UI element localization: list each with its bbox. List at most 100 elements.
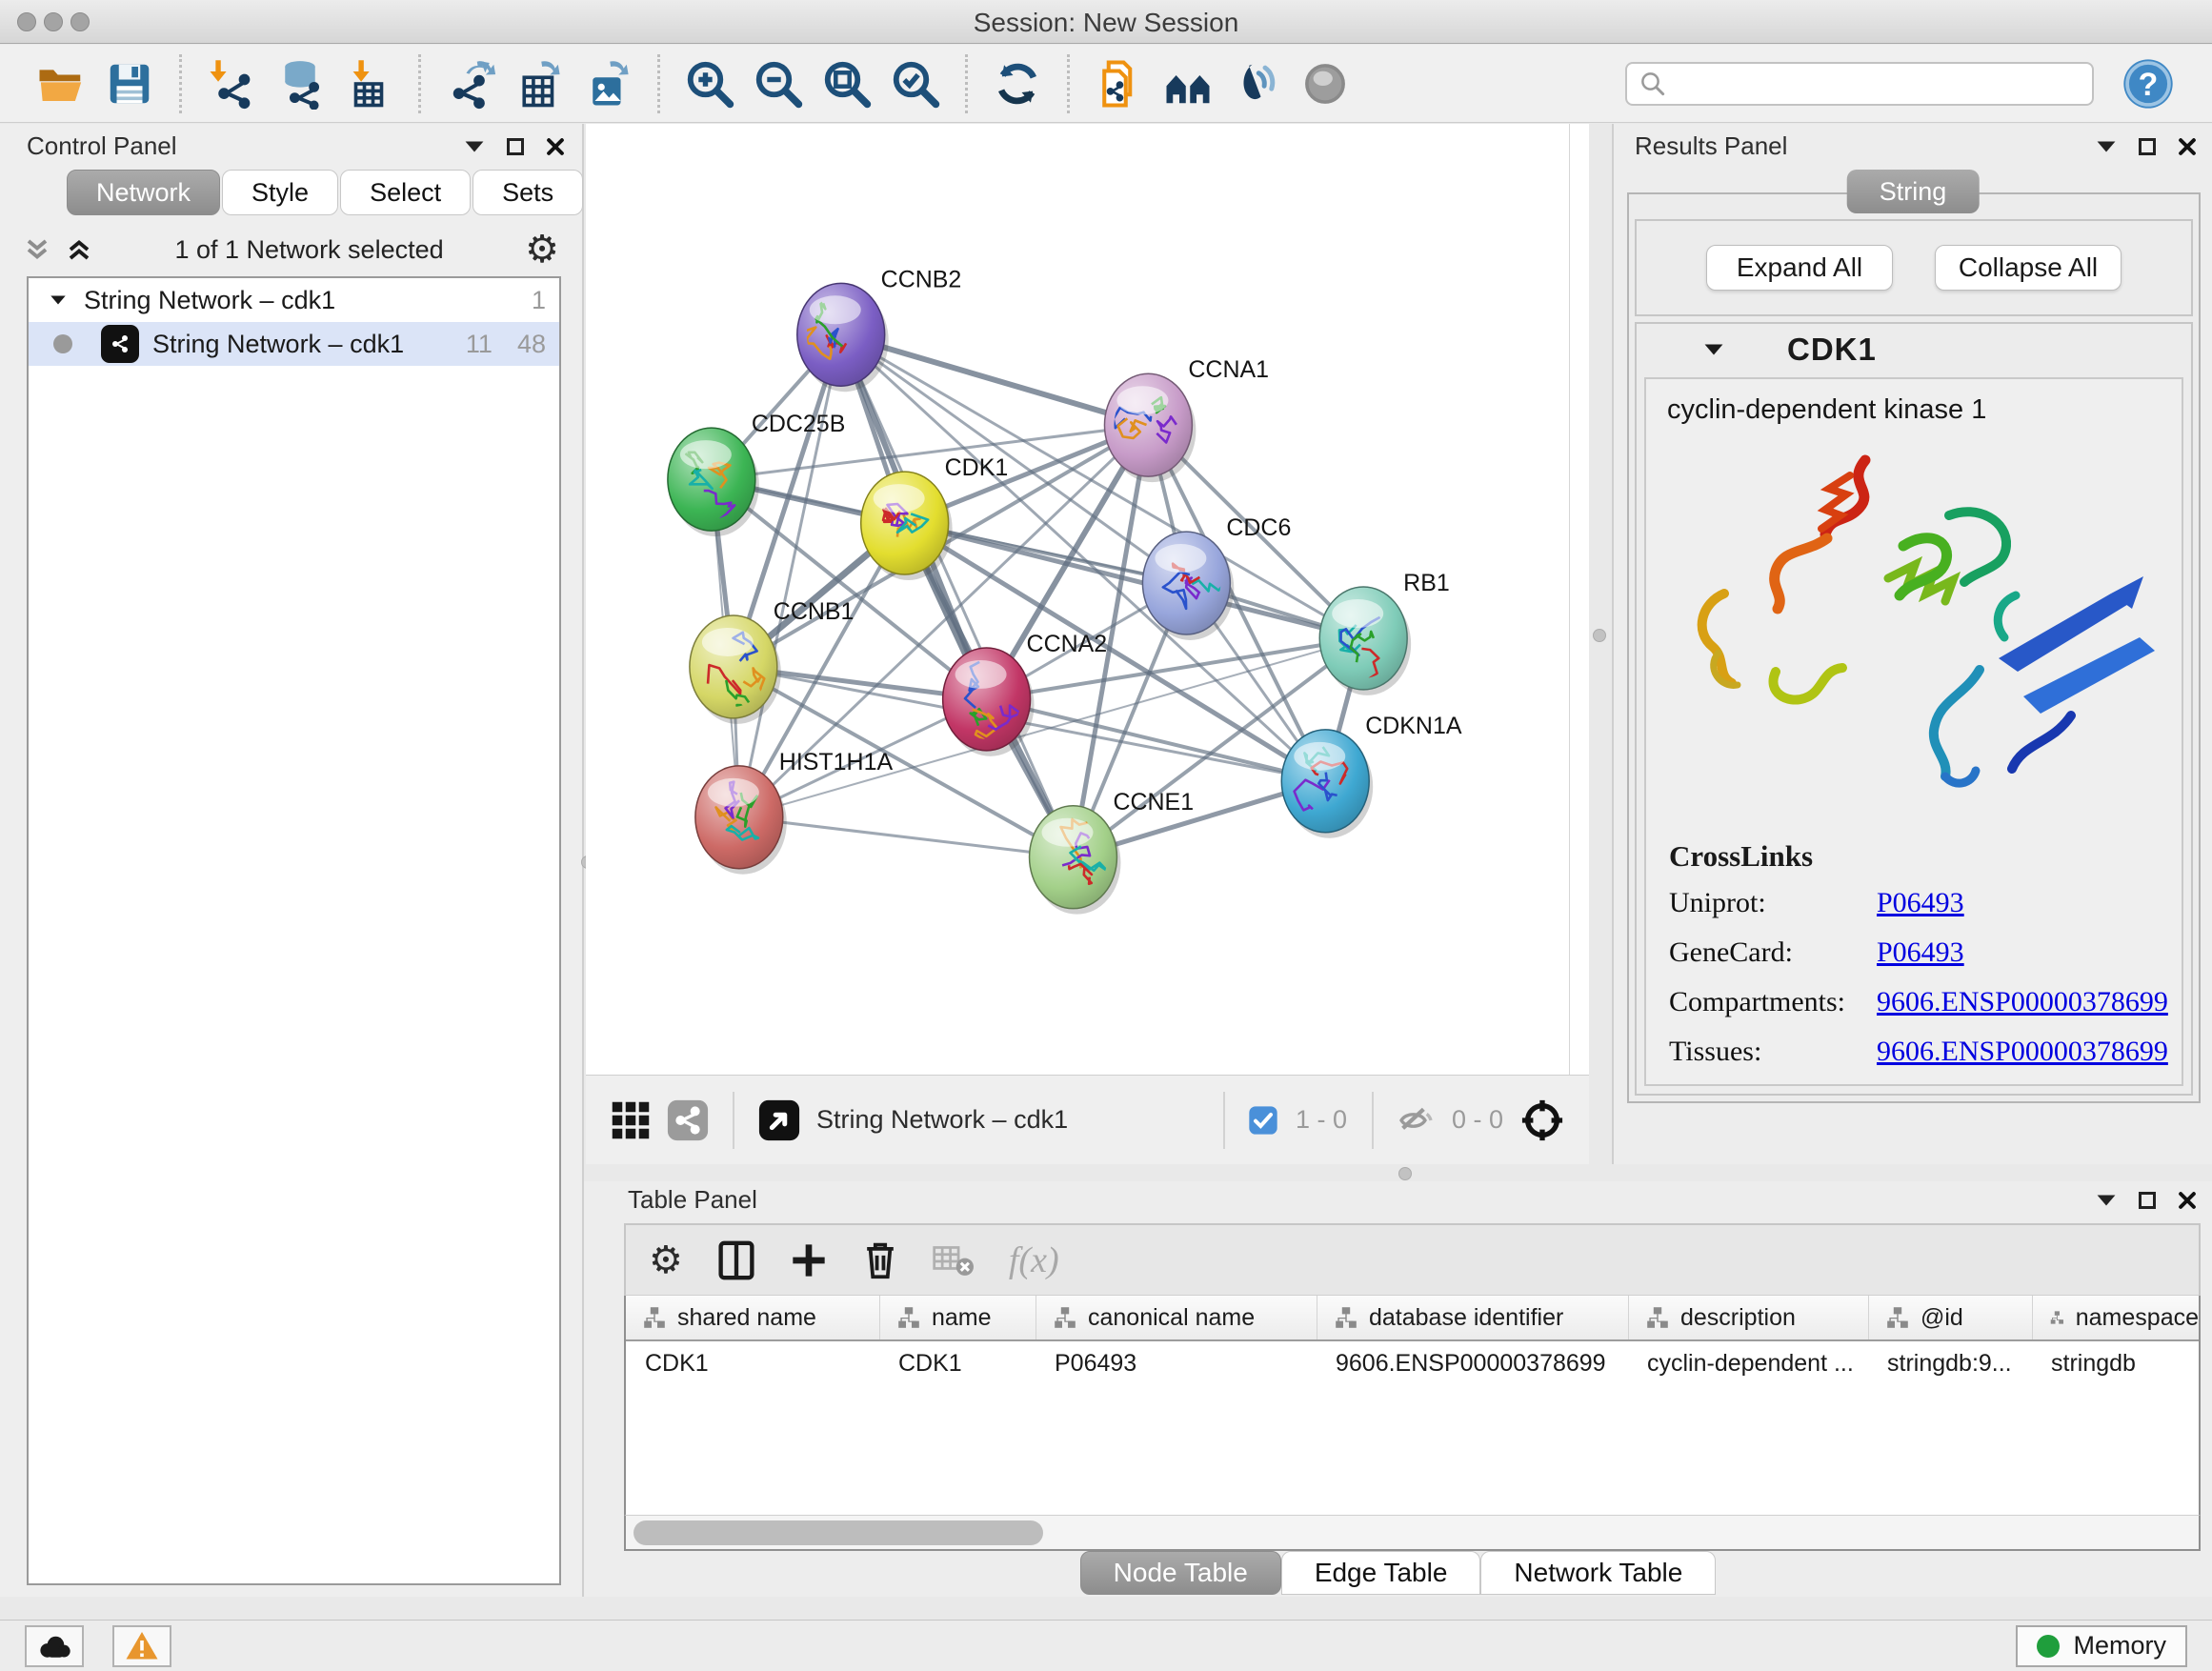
panel-close-icon[interactable] (2178, 137, 2197, 156)
search-box (1625, 62, 2094, 106)
crosslink-label: Uniprot: (1669, 887, 1877, 919)
collapse-all-icon[interactable] (23, 235, 51, 264)
panel-close-icon[interactable] (2178, 1191, 2197, 1210)
zoom-fit-icon[interactable] (819, 56, 875, 111)
node-label: CCNA1 (1188, 356, 1269, 383)
show-hide-graphics-icon[interactable] (1229, 56, 1284, 111)
right-splitter-handle[interactable] (1593, 629, 1606, 642)
gene-details: cyclin-dependent kinase 1 (1644, 377, 2183, 1086)
cloud-button[interactable] (25, 1625, 84, 1667)
table-options-gear-icon[interactable]: ⚙ (649, 1241, 683, 1279)
import-network-database-icon[interactable] (272, 56, 328, 111)
crosslink-link[interactable]: P06493 (1877, 936, 1964, 969)
column-header[interactable]: canonical name (1036, 1296, 1317, 1339)
scrollbar-thumb[interactable] (633, 1520, 1043, 1545)
horizontal-splitter-handle[interactable] (1398, 1167, 1412, 1180)
gene-collapse-icon[interactable] (1703, 342, 1724, 357)
tab-node-table[interactable]: Node Table (1080, 1551, 1281, 1595)
results-panel: Results Panel String Expand All Collapse… (1612, 124, 2212, 1164)
table-horizontal-scrollbar[interactable] (624, 1515, 2201, 1551)
node-label: RB1 (1403, 570, 1450, 596)
table-row[interactable]: CDK1 CDK1 P06493 9606.ENSP00000378699 cy… (626, 1341, 2199, 1385)
network-collection-row[interactable]: String Network – cdk1 1 (29, 278, 559, 322)
column-header[interactable]: database identifier (1317, 1296, 1628, 1339)
panel-maximize-icon[interactable] (2138, 1191, 2157, 1210)
tab-string[interactable]: String (1847, 170, 1980, 213)
network-row-selected[interactable]: String Network – cdk1 11 48 (29, 322, 559, 366)
panel-maximize-icon[interactable] (2138, 137, 2157, 156)
collapse-all-button[interactable]: Collapse All (1935, 245, 2122, 291)
crosslink-link[interactable]: P06493 (1877, 1085, 1964, 1086)
expand-all-button[interactable]: Expand All (1706, 245, 1893, 291)
application-window: Session: New Session (0, 0, 2212, 1671)
panel-float-icon[interactable] (464, 139, 485, 154)
share-view-icon[interactable] (666, 1098, 710, 1142)
show-columns-icon[interactable] (717, 1239, 755, 1281)
inactive-eye-icon (1297, 56, 1353, 111)
column-header[interactable]: description (1628, 1296, 1868, 1339)
zoom-selected-icon[interactable] (888, 56, 943, 111)
add-column-icon[interactable] (790, 1239, 828, 1281)
tab-network-table[interactable]: Network Table (1480, 1551, 1716, 1595)
group-nodes-icon[interactable] (1160, 56, 1216, 111)
node-label: HIST1H1A (779, 749, 894, 775)
zoom-in-icon[interactable] (682, 56, 737, 111)
column-header[interactable]: name (879, 1296, 1036, 1339)
expand-all-icon[interactable] (65, 235, 93, 264)
search-input[interactable] (1667, 66, 2081, 102)
crosslink-label: Pharos: (1669, 1085, 1877, 1086)
export-image-icon[interactable] (580, 56, 635, 111)
import-network-file-icon[interactable] (204, 56, 259, 111)
network-canvas[interactable]: CCNB2CCNA1CDC25BCDK1CDC6RB1CCNB1CCNA2HIS… (586, 124, 1570, 1075)
panel-close-icon[interactable] (546, 137, 565, 156)
crosslink-link[interactable]: P06493 (1877, 887, 1964, 919)
tab-network[interactable]: Network (67, 170, 220, 215)
delete-column-icon[interactable] (862, 1239, 898, 1281)
network-options-gear-icon[interactable]: ⚙ (525, 231, 559, 269)
tab-sets[interactable]: Sets (473, 170, 583, 215)
crosslink-link[interactable]: 9606.ENSP00000378699 (1877, 986, 2168, 1018)
crosslink-label: GeneCard: (1669, 936, 1877, 969)
crosslink-link[interactable]: 9606.ENSP00000378699 (1877, 1036, 2168, 1068)
hidden-eye-icon[interactable] (1397, 1101, 1435, 1139)
search-icon (1639, 70, 1667, 98)
toolbar-separator (965, 54, 968, 113)
help-icon[interactable]: ? (2121, 56, 2176, 111)
export-network-icon[interactable] (443, 56, 498, 111)
network-list: String Network – cdk1 1 String Network –… (27, 276, 561, 1585)
tab-edge-table[interactable]: Edge Table (1281, 1551, 1481, 1595)
open-session-icon[interactable] (33, 56, 89, 111)
import-table-icon[interactable] (341, 56, 396, 111)
delete-table-icon (933, 1242, 975, 1278)
toolbar-separator (1372, 1092, 1374, 1149)
selected-checkbox-icon[interactable] (1248, 1105, 1278, 1136)
tab-style[interactable]: Style (222, 170, 338, 215)
network-selected-status: 1 of 1 Network selected (93, 235, 525, 265)
refresh-icon[interactable] (990, 56, 1045, 111)
node-label: CDC6 (1226, 514, 1291, 541)
save-session-icon[interactable] (102, 56, 157, 111)
memory-button[interactable]: Memory (2016, 1625, 2187, 1667)
tab-select[interactable]: Select (340, 170, 471, 215)
birds-eye-view-icon[interactable] (757, 1098, 801, 1142)
export-table-icon[interactable] (512, 56, 567, 111)
clone-network-icon[interactable] (1092, 56, 1147, 111)
panel-maximize-icon[interactable] (506, 137, 525, 156)
table-header-row: shared name name canonical name database… (626, 1296, 2199, 1341)
zoom-out-icon[interactable] (751, 56, 806, 111)
results-panel-title: Results Panel (1635, 131, 1787, 161)
network-view-title: String Network – cdk1 (816, 1105, 1208, 1135)
fit-content-crosshair-icon[interactable] (1520, 1098, 1564, 1142)
network-node-count: 11 (466, 330, 493, 359)
grid-view-icon[interactable] (611, 1100, 651, 1140)
tree-expand-icon[interactable] (50, 293, 67, 307)
column-header[interactable]: namespace (2032, 1296, 2199, 1339)
panel-float-icon[interactable] (2096, 139, 2117, 154)
toolbar-separator (179, 54, 182, 113)
table-panel-title: Table Panel (628, 1185, 757, 1215)
collection-count: 1 (532, 286, 546, 315)
column-header[interactable]: @id (1868, 1296, 2032, 1339)
column-header[interactable]: shared name (626, 1296, 879, 1339)
warning-button[interactable] (112, 1625, 171, 1667)
panel-float-icon[interactable] (2096, 1193, 2117, 1208)
